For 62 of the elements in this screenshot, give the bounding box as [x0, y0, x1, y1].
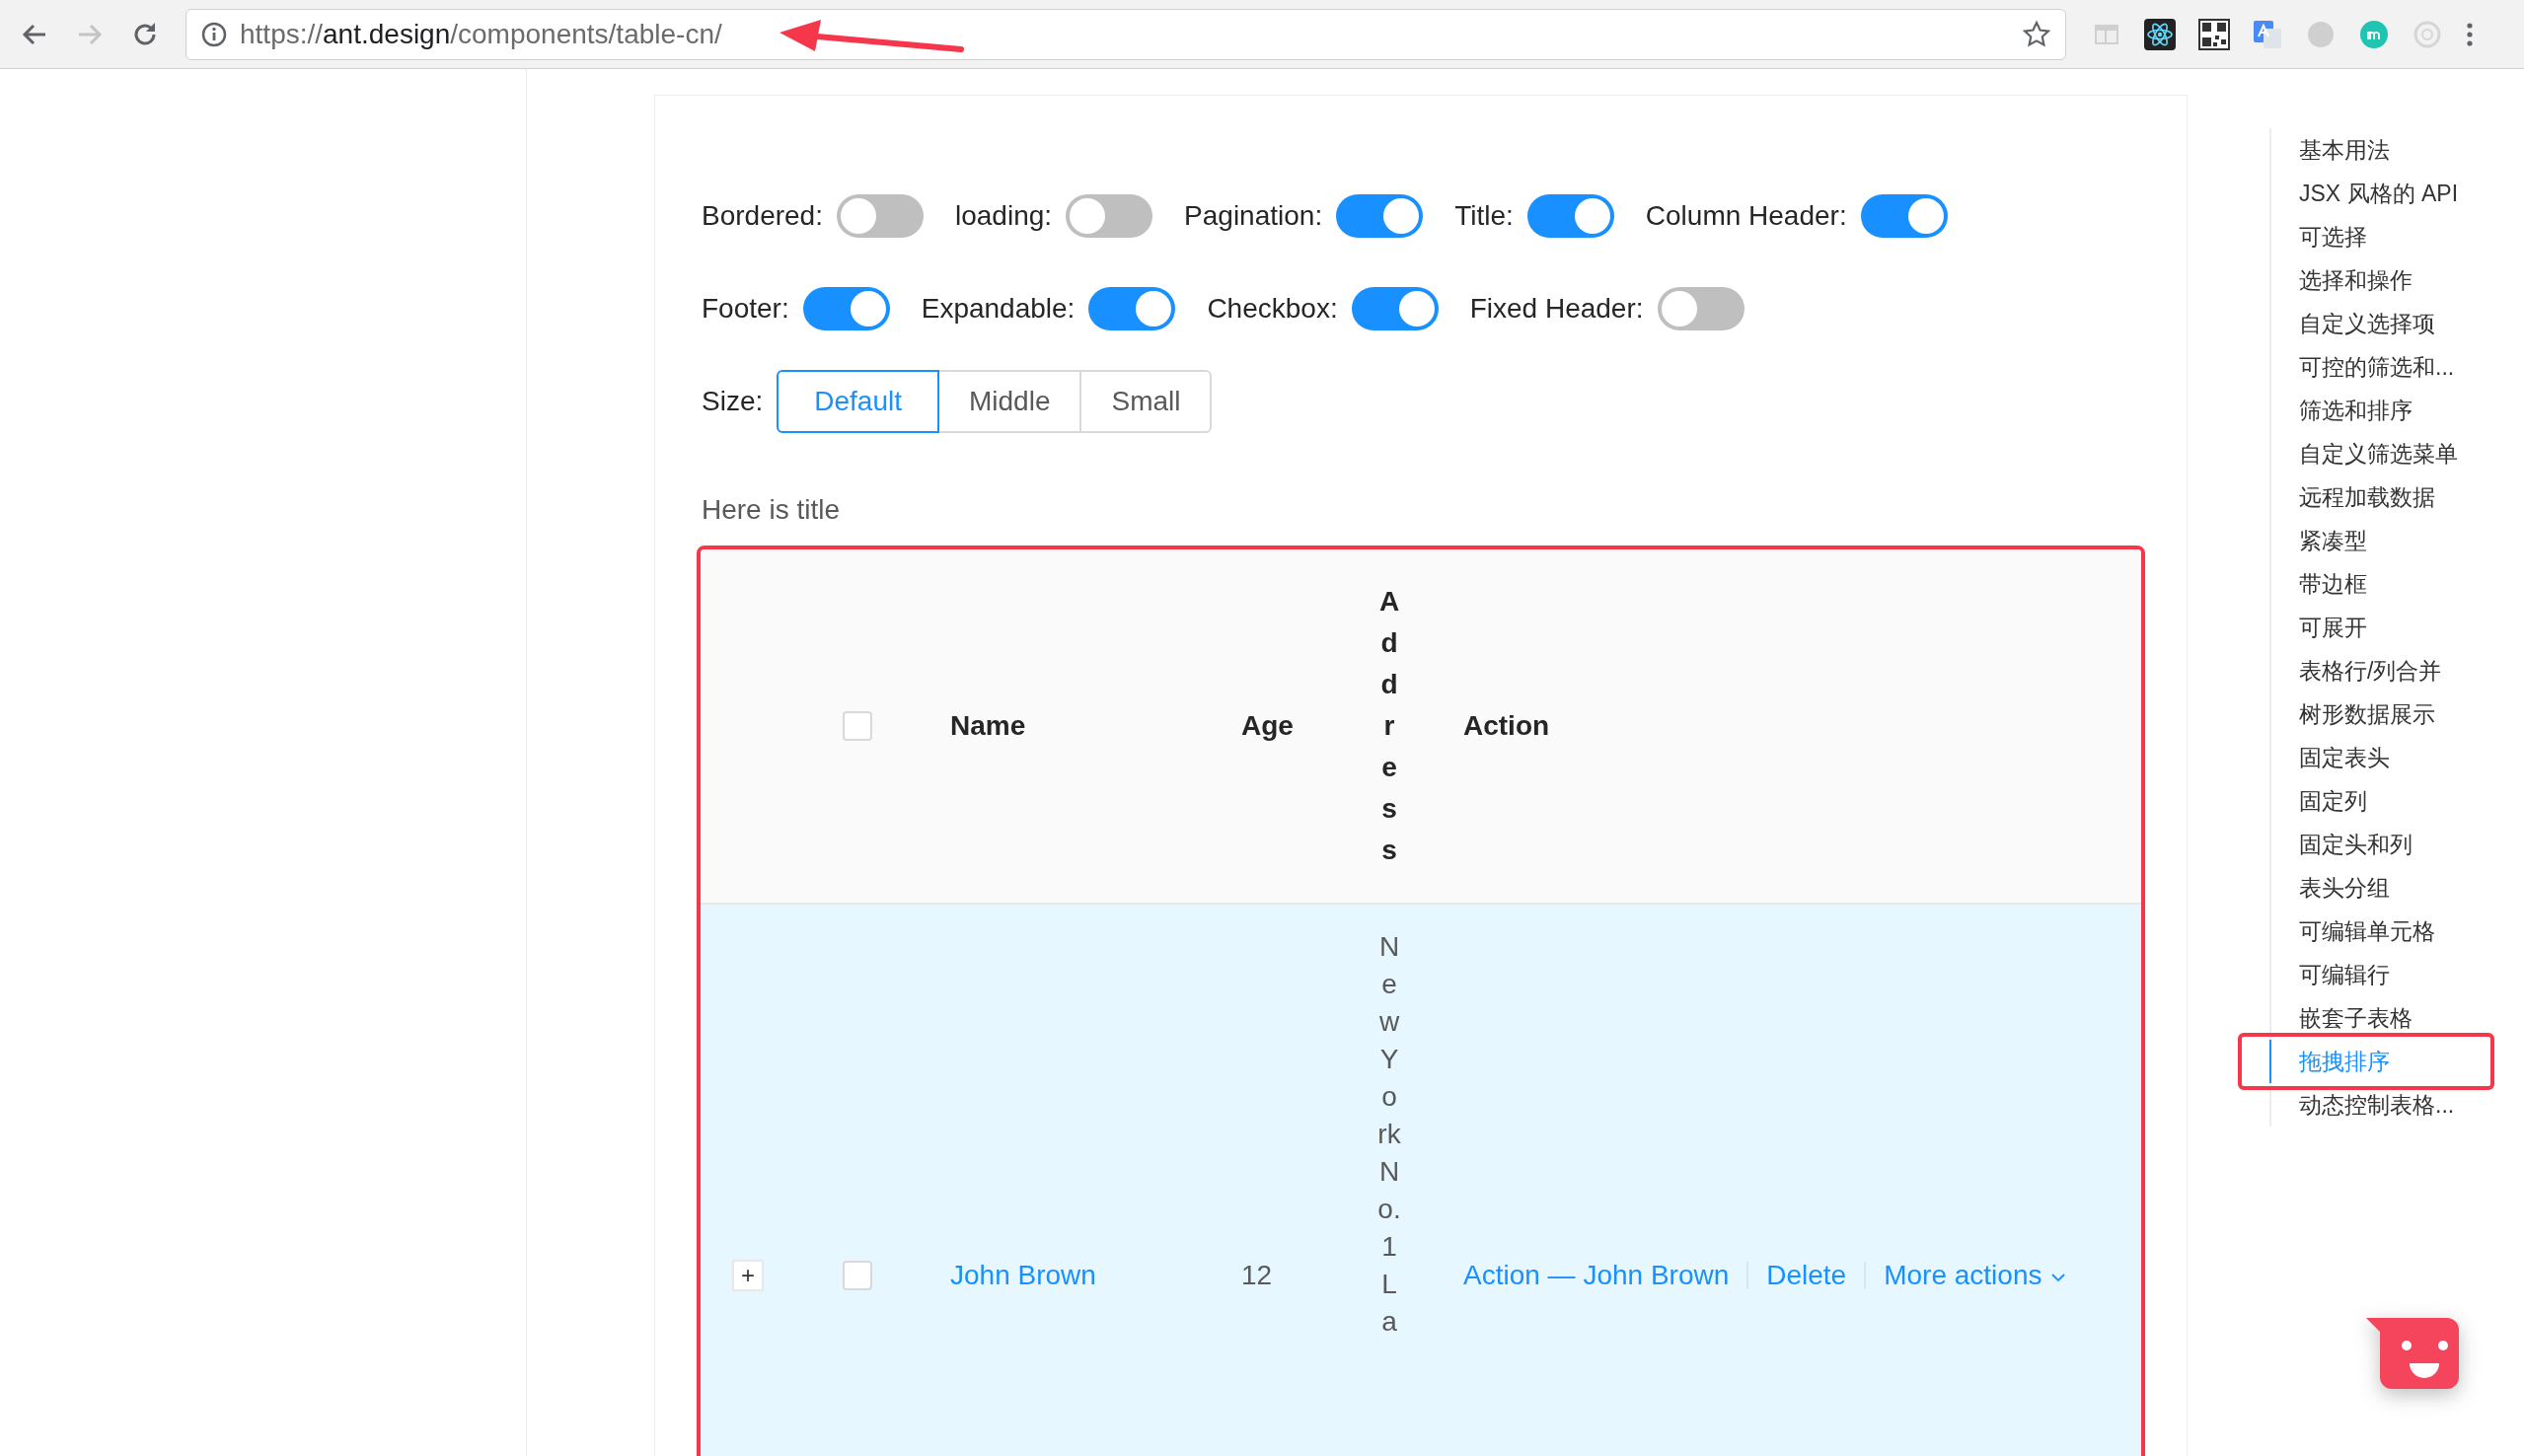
toggle-label: Checkbox: — [1207, 293, 1338, 325]
toc-link[interactable]: 可编辑行 — [2269, 953, 2496, 996]
toc-link[interactable]: 带边框 — [2269, 562, 2496, 606]
toggle-label: Bordered: — [702, 200, 823, 232]
toggle-switch[interactable] — [836, 194, 924, 238]
atom-icon[interactable] — [2143, 17, 2177, 51]
table-cell: 12 — [1241, 1260, 1273, 1290]
column-header[interactable]: Age — [1210, 710, 1356, 742]
address-bar[interactable]: https://ant.design/components/table-cn/ — [186, 8, 2066, 60]
expand-button[interactable]: + — [732, 1260, 764, 1291]
toc-link[interactable]: 自定义选择项 — [2269, 302, 2496, 345]
column-header[interactable]: Name — [919, 710, 1210, 742]
checkbox[interactable] — [842, 1261, 872, 1290]
toggle-label: Expandable: — [921, 293, 1076, 325]
toc-link[interactable]: 固定头和列 — [2269, 823, 2496, 866]
caret-icon — [2051, 1272, 2066, 1282]
size-option[interactable]: Middle — [936, 370, 1082, 433]
size-label: Size: — [702, 386, 764, 417]
profile-icon[interactable] — [2358, 18, 2390, 50]
toc-link[interactable]: 筛选和排序 — [2269, 389, 2496, 432]
toggle-label: Footer: — [702, 293, 789, 325]
qr-code-icon[interactable] — [2198, 18, 2230, 50]
checkbox[interactable] — [842, 711, 872, 741]
toc-link[interactable]: 自定义筛选菜单 — [2269, 432, 2496, 475]
toc-link[interactable]: 嵌套子表格 — [2269, 996, 2496, 1040]
toc-link[interactable]: 可控的筛选和... — [2269, 345, 2496, 389]
url-text: https://ant.design/components/table-cn/ — [240, 18, 722, 50]
table-cell-text: New York No. 1 La — [1376, 930, 1402, 1339]
toc-link[interactable]: JSX 风格的 API — [2269, 172, 2496, 215]
star-icon[interactable] — [2022, 19, 2051, 49]
toggle-switch[interactable] — [1526, 194, 1614, 238]
toc-link[interactable]: 树形数据展示 — [2269, 692, 2496, 736]
toggle-switch[interactable] — [1088, 287, 1176, 330]
toc-link[interactable]: 表头分组 — [2269, 866, 2496, 910]
toc-link[interactable]: 可展开 — [2269, 606, 2496, 649]
toggle-switch[interactable] — [1351, 287, 1439, 330]
toggle-switch[interactable] — [1066, 194, 1153, 238]
toggle-switch[interactable] — [1336, 194, 1424, 238]
toc-link[interactable]: 动态控制表格... — [2269, 1083, 2496, 1127]
toggle-label: Column Header: — [1645, 200, 1847, 232]
toggle-label: Pagination: — [1184, 200, 1323, 232]
column-header[interactable]: Action — [1423, 710, 2141, 742]
translate-icon[interactable] — [2252, 18, 2283, 50]
toc-link[interactable]: 可编辑单元格 — [2269, 910, 2496, 953]
toggle-label: Title: — [1454, 200, 1514, 232]
toc-link[interactable]: 可选择 — [2269, 215, 2496, 258]
toggle-switch[interactable] — [802, 287, 890, 330]
size-option[interactable]: Small — [1079, 370, 1213, 433]
toc-link[interactable]: 基本用法 — [2269, 128, 2496, 172]
table-title: Here is title — [702, 494, 842, 526]
toggle-label: loading: — [954, 200, 1053, 232]
column-header[interactable]: Address — [1376, 581, 1402, 871]
info-icon — [200, 20, 228, 48]
toggle-label: Fixed Header: — [1469, 293, 1644, 325]
toggle-switch[interactable] — [1657, 287, 1745, 330]
toc-link[interactable]: 选择和操作 — [2269, 258, 2496, 302]
toc-link[interactable]: 固定表头 — [2269, 736, 2496, 779]
toc-link[interactable]: 远程加载数据 — [2269, 475, 2496, 519]
toc-link[interactable]: 表格行/列合并 — [2269, 649, 2496, 692]
toggle-switch[interactable] — [1860, 194, 1948, 238]
toc-link[interactable]: 固定列 — [2269, 779, 2496, 823]
toc-link[interactable]: 紧凑型 — [2269, 519, 2496, 562]
